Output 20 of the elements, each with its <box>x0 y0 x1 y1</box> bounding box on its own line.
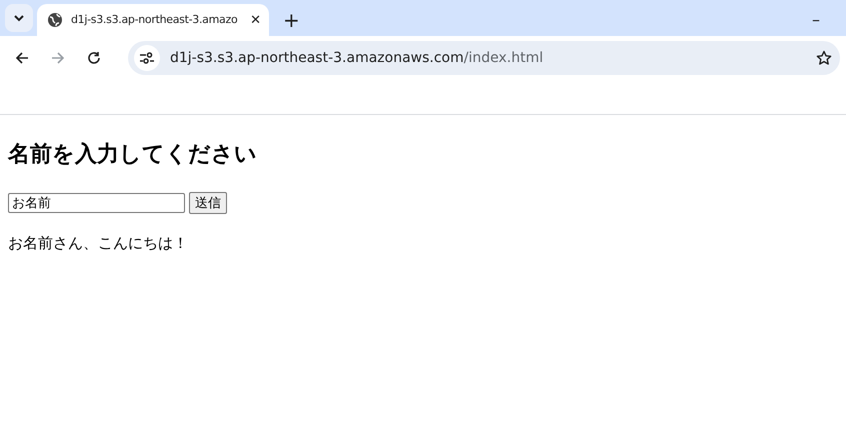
name-input-field[interactable]: お名前 <box>8 193 185 214</box>
url-text: d1j-s3.s3.ap-northeast-3.amazonaws.com/index.html <box>170 48 544 68</box>
back-arrow-icon <box>15 51 29 65</box>
browser-tab[interactable]: d1j-s3.s3.ap-northeast-3.amazo ✕ <box>37 4 269 36</box>
page-heading: 名前を入力してください <box>8 142 258 168</box>
forward-arrow-icon <box>51 51 65 65</box>
address-bar[interactable]: d1j-s3.s3.ap-northeast-3.amazonaws.com/index.html <box>128 41 840 75</box>
star-icon[interactable] <box>816 50 832 66</box>
tab-search-button[interactable] <box>5 4 33 32</box>
greeting-text: お名前さん、こんにちは！ <box>8 233 189 254</box>
site-settings-button[interactable] <box>134 45 160 71</box>
minimize-button[interactable]: – <box>812 12 820 28</box>
new-tab-button[interactable]: + <box>283 10 300 30</box>
submit-button[interactable]: 送信 <box>189 192 227 214</box>
reload-icon <box>87 51 101 65</box>
close-tab-button[interactable]: ✕ <box>250 14 261 26</box>
chevron-down-icon <box>13 14 25 22</box>
globe-icon <box>47 12 63 28</box>
tab-title: d1j-s3.s3.ap-northeast-3.amazo <box>71 12 238 28</box>
sliders-icon <box>140 52 154 64</box>
